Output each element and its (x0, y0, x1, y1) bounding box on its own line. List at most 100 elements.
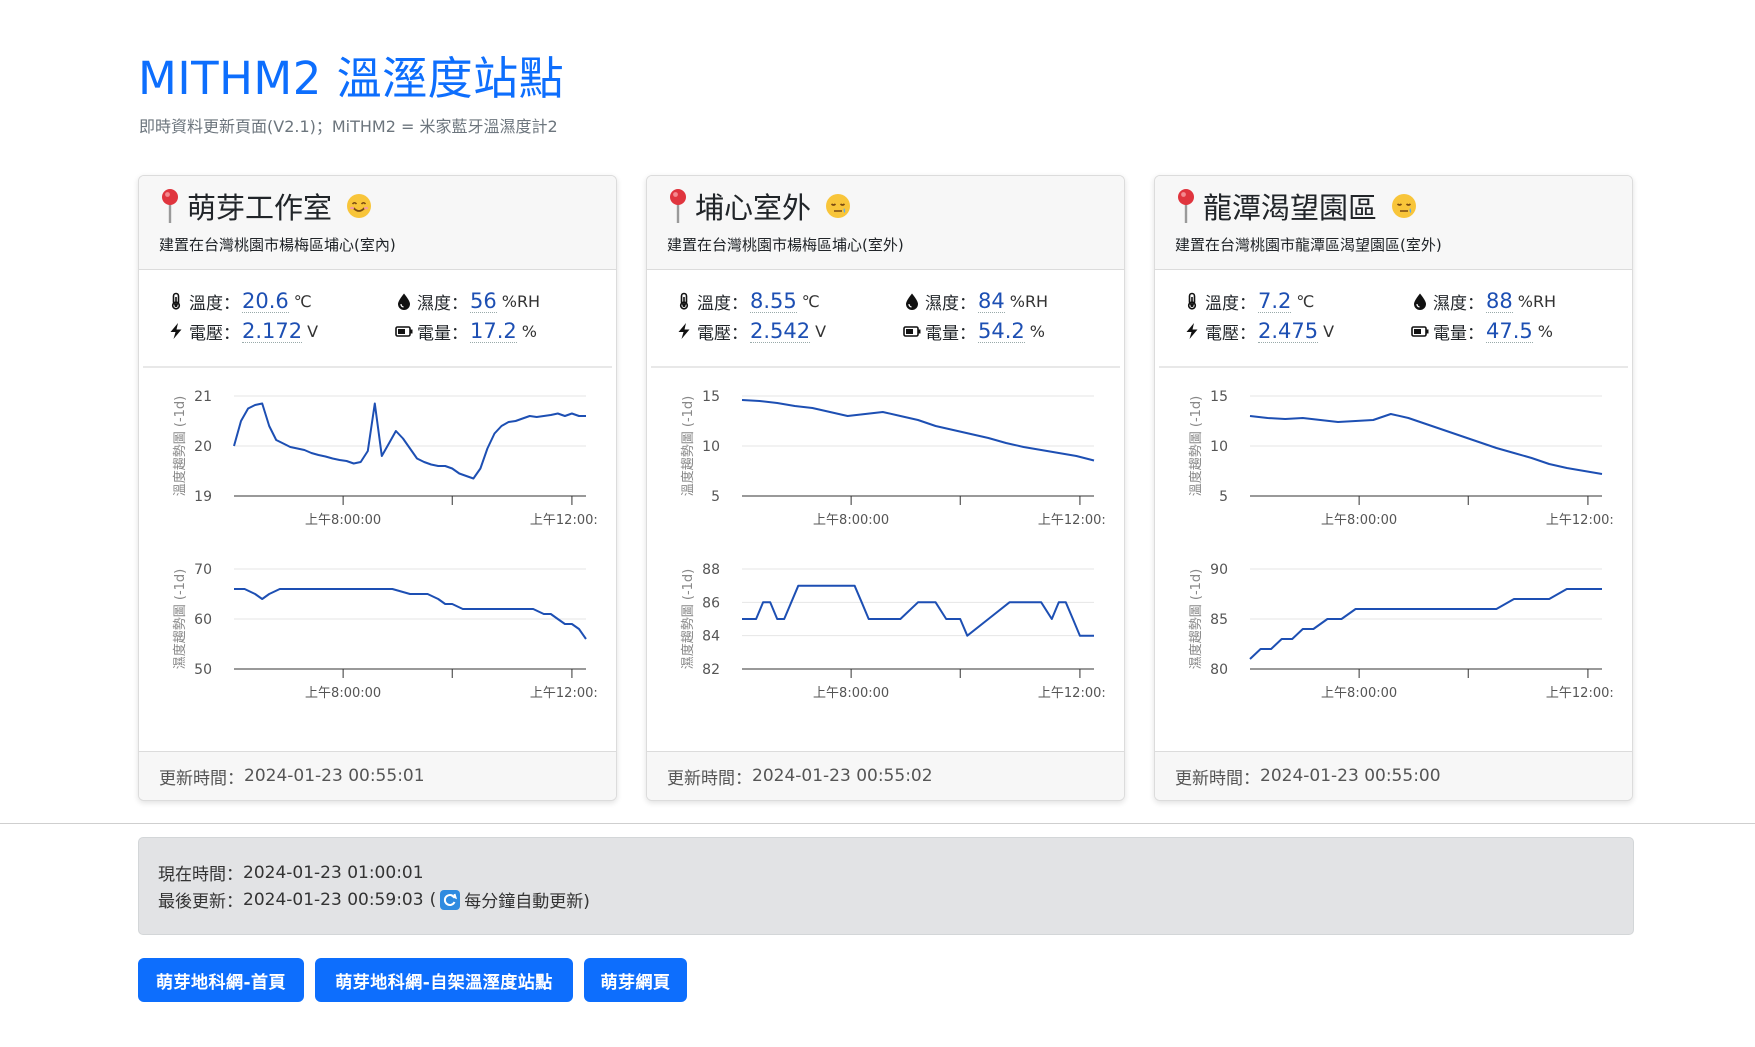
trend-chart: 溫度趨勢圖 (-1d) 19 20 21 上午8:00:00 上午12:00: (139, 376, 616, 536)
refresh-icon (440, 889, 461, 910)
humidity-unit: %RH (501, 291, 541, 311)
card-divider (651, 366, 1120, 368)
temperature-unit: ℃ (801, 291, 820, 311)
y-tick-label: 50 (194, 662, 212, 678)
series-line (741, 399, 1095, 462)
temperature-value: 8.55 (750, 288, 797, 313)
y-axis-label: 濕度趨勢圖 (-1d) (680, 569, 696, 670)
x-tick-label: 上午8:00:00 (305, 513, 381, 528)
update-time-value: 2024-01-23 00:55:01 (244, 766, 425, 786)
series-line (233, 402, 586, 480)
card-divider (1159, 366, 1628, 368)
humidity-reading: 濕度： 84 %RH (903, 289, 1049, 314)
series-line (1249, 413, 1603, 475)
y-tick-label: 21 (194, 389, 212, 405)
x-tick-label: 上午8:00:00 (305, 686, 381, 701)
update-time-label: 更新時間： (1175, 768, 1260, 789)
voltage-reading: 電壓： 2.172 V (167, 318, 319, 344)
battery-unit: % (521, 321, 537, 341)
last-update-value: 2024-01-23 00:59:03 (243, 889, 424, 910)
humidity-value: 88 (1486, 288, 1513, 313)
x-tick-label: 上午8:00:00 (813, 686, 889, 701)
y-tick-label: 5 (1219, 489, 1228, 505)
x-tick-label: 上午8:00:00 (1321, 686, 1397, 701)
y-tick-label: 80 (1210, 662, 1228, 678)
y-axis-label: 溫度趨勢圖 (-1d) (1188, 396, 1204, 497)
section-divider (0, 823, 1755, 824)
temperature-unit: ℃ (293, 291, 312, 311)
battery-reading: 電量： 54.2% (903, 319, 1045, 344)
map-pin-icon (1178, 189, 1194, 223)
card-divider (143, 366, 612, 368)
station-name: 埔心室外 (695, 191, 812, 225)
battery-reading: 電量： 17.2% (395, 318, 537, 344)
smiling-face-icon (347, 194, 372, 218)
card-footer: 更新時間： 2024-01-23 00:55:01 (139, 751, 616, 800)
voltage-value: 2.475 (1258, 318, 1319, 343)
humidity-label: 濕度： (925, 293, 976, 314)
map-pin-icon (670, 189, 686, 223)
battery-reading: 電量： 47.5% (1411, 318, 1553, 344)
y-axis-label: 濕度趨勢圖 (-1d) (172, 569, 188, 670)
x-tick-label: 上午12:00: (530, 686, 598, 701)
humidity-unit: %RH (1009, 291, 1049, 311)
metrics-panel: 溫度： 7.2 ℃ 濕度： 88 %RH 電壓： 2.475 V 電量： 47.5% (1155, 289, 1632, 359)
humidity-value: 56 (470, 288, 497, 313)
series-line (234, 588, 587, 640)
metrics-panel: 溫度： 8.55 ℃ 濕度： 84 %RH 電壓： 2.542 V 電量： 54.2% (647, 289, 1124, 359)
trend-chart: 溫度趨勢圖 (-1d) 5 10 15 上午8:00:00 上午12:00: (647, 376, 1124, 536)
y-tick-label: 85 (1210, 612, 1228, 628)
trend-chart-svg: 濕度趨勢圖 (-1d) 50 60 70 上午8:00:00 上午12:00: (172, 562, 598, 701)
temperature-label: 溫度： (189, 293, 240, 314)
station-location: 建置在台灣桃園市龍潭區渴望園區(室外) (1175, 236, 1442, 254)
website-button[interactable]: 萌芽網頁 (584, 958, 687, 1002)
station-page-button[interactable]: 萌芽地科網-自架溫溼度站點 (315, 958, 573, 1002)
last-update-label: 最後更新： (158, 892, 243, 912)
y-tick-label: 60 (194, 612, 212, 628)
y-tick-label: 10 (1210, 439, 1228, 455)
status-panel: 現在時間： 2024-01-23 01:00:01 最後更新： 2024-01-… (138, 837, 1634, 935)
card-header: 龍潭渴望園區建置在台灣桃園市龍潭區渴望園區(室外) (1155, 176, 1632, 270)
station-card: 埔心室外建置在台灣桃園市楊梅區埔心(室外) 溫度： 8.55 ℃ 濕度： 84 %RH 電壓：… (646, 175, 1125, 801)
voltage-unit: V (1323, 321, 1335, 341)
map-pin-icon (162, 189, 178, 223)
battery-icon (1411, 326, 1429, 337)
current-time-line: 現在時間： 2024-01-23 01:00:01 (158, 860, 424, 886)
home-button[interactable]: 萌芽地科網-首頁 (138, 958, 304, 1002)
y-tick-label: 90 (1210, 562, 1228, 578)
x-tick-label: 上午12:00: (1038, 686, 1106, 701)
y-axis-label: 溫度趨勢圖 (-1d) (172, 396, 188, 497)
humidity-label: 濕度： (1433, 293, 1484, 314)
page-title: MITHM2 溫溼度站點 (138, 52, 565, 105)
trend-chart: 濕度趨勢圖 (-1d) 50 60 70 上午8:00:00 上午12:00: (139, 549, 616, 709)
battery-value: 17.2 (470, 318, 517, 343)
voltage-reading: 電壓： 2.475 V (1183, 318, 1335, 344)
voltage-value: 2.172 (242, 318, 303, 343)
station-title: 龍潭渴望園區 (1175, 186, 1417, 226)
battery-unit: % (1537, 321, 1553, 341)
y-tick-label: 86 (702, 595, 720, 611)
trend-chart: 溫度趨勢圖 (-1d) 5 10 15 上午8:00:00 上午12:00: (1155, 376, 1632, 536)
y-tick-label: 19 (194, 489, 212, 505)
card-header: 萌芽工作室 建置在台灣桃園市楊梅區埔心(室內) (139, 176, 616, 270)
last-update-line: 最後更新： 2024-01-23 00:59:03 ( 每分鐘自動更新) (158, 887, 590, 912)
x-tick-label: 上午8:00:00 (1321, 513, 1397, 528)
humidity-unit: %RH (1517, 291, 1557, 311)
station-name: 萌芽工作室 (187, 191, 333, 225)
temperature-label: 溫度： (697, 293, 748, 314)
y-tick-label: 5 (711, 489, 720, 505)
update-time-label: 更新時間： (667, 768, 752, 789)
update-time-value: 2024-01-23 00:55:00 (1260, 766, 1441, 786)
droplet-icon (906, 293, 918, 310)
battery-value: 47.5 (1486, 318, 1533, 343)
auto-refresh-note: 每分鐘自動更新) (464, 892, 590, 912)
voltage-reading: 電壓： 2.542 V (675, 319, 826, 344)
voltage-unit: V (307, 321, 319, 341)
battery-label: 電量： (417, 323, 468, 344)
station-location: 建置在台灣桃園市楊梅區埔心(室外) (667, 236, 904, 254)
x-tick-label: 上午12:00: (530, 513, 598, 528)
trend-chart-svg: 濕度趨勢圖 (-1d) 80 85 90 上午8:00:00 上午12:00: (1188, 562, 1614, 701)
lightning-icon (1186, 323, 1198, 339)
humidity-reading: 濕度： 56 %RH (395, 288, 541, 314)
y-tick-label: 88 (702, 562, 720, 578)
